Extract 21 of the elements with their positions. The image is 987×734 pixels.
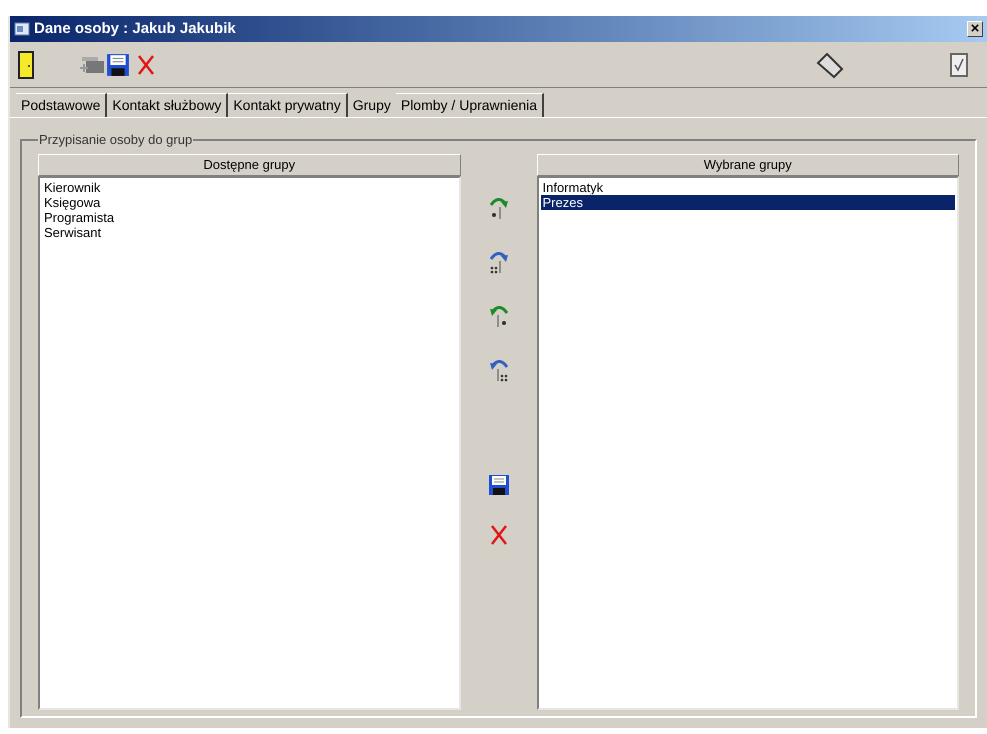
list-item[interactable]: Informatyk [540,180,955,194]
window-title: Dane osoby : Jakub Jakubik [34,18,237,39]
list-item[interactable]: Kierownik [42,180,456,194]
tab[interactable]: Podstawowe [16,93,108,117]
group-title: Przypisanie osoby do grup [38,131,194,149]
tab[interactable]: Plomby / Uprawnienia [396,93,544,117]
close-button[interactable]: × [967,21,983,37]
door-icon[interactable] [18,50,34,78]
column-header: Wybrane grupy [536,154,959,176]
window-icon [14,21,30,37]
save-icon[interactable] [488,474,510,496]
list-item[interactable]: Programista [42,210,456,224]
list-item[interactable]: Serwisant [42,224,456,240]
checkbox-icon[interactable] [949,52,969,78]
list-item[interactable]: Prezes [540,194,955,210]
column-header: Dostępne grupy [38,154,460,176]
delete-icon[interactable] [488,524,508,546]
save-icon[interactable] [106,52,130,76]
tab[interactable]: Kontakt służbowy [107,93,228,117]
list-item[interactable]: Księgowa [42,194,456,210]
delete-icon[interactable] [136,54,156,76]
